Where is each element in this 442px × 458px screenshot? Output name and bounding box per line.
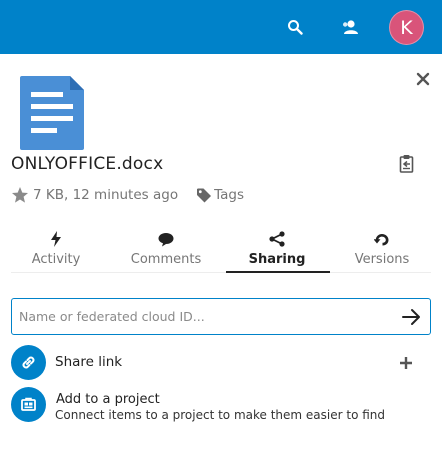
tab-bar: Activity Comments Sharing Versions <box>11 228 431 278</box>
plus-icon <box>400 357 412 369</box>
tab-activity-label: Activity <box>31 252 81 267</box>
avatar[interactable]: K <box>389 10 424 45</box>
top-bar: K <box>0 0 442 54</box>
tab-comments[interactable]: Comments <box>126 228 206 278</box>
project-icon[interactable] <box>11 387 46 422</box>
tab-versions-label: Versions <box>354 252 410 267</box>
share-search <box>11 298 431 335</box>
add-share-link-button[interactable] <box>398 355 414 371</box>
tags-button[interactable]: Tags <box>196 187 244 203</box>
copy-link-button[interactable] <box>399 154 417 174</box>
search-icon[interactable] <box>285 17 305 37</box>
avatar-letter: K <box>400 16 413 39</box>
tab-versions[interactable]: Versions <box>346 228 418 278</box>
tab-comments-label: Comments <box>130 252 202 267</box>
history-icon <box>373 230 391 248</box>
contacts-icon[interactable] <box>341 17 361 37</box>
tags-label: Tags <box>214 187 244 203</box>
tab-divider <box>11 272 431 273</box>
clipboard-icon <box>399 155 414 173</box>
link-icon <box>11 345 46 380</box>
tab-sharing-label: Sharing <box>248 252 306 267</box>
active-tab-indicator <box>226 271 330 273</box>
comment-icon <box>157 230 175 248</box>
add-to-project-title[interactable]: Add to a project <box>56 392 160 407</box>
share-with-input[interactable] <box>12 299 392 334</box>
tag-icon <box>197 188 212 203</box>
share-icon <box>268 230 286 248</box>
tab-activity[interactable]: Activity <box>28 228 84 278</box>
share-link-label[interactable]: Share link <box>55 354 122 370</box>
close-icon <box>416 72 430 86</box>
arrow-right-icon[interactable] <box>402 308 422 326</box>
file-size-time: 7 KB, 12 minutes ago <box>33 187 179 203</box>
lightning-icon <box>47 230 65 248</box>
star-icon[interactable] <box>11 186 29 204</box>
add-to-project-subtitle: Connect items to a project to make them … <box>55 408 386 422</box>
document-icon <box>20 76 84 150</box>
file-meta: 7 KB, 12 minutes ago Tags <box>11 186 244 204</box>
file-name: ONLYOFFICE.docx <box>11 154 164 174</box>
close-button[interactable] <box>414 70 432 88</box>
